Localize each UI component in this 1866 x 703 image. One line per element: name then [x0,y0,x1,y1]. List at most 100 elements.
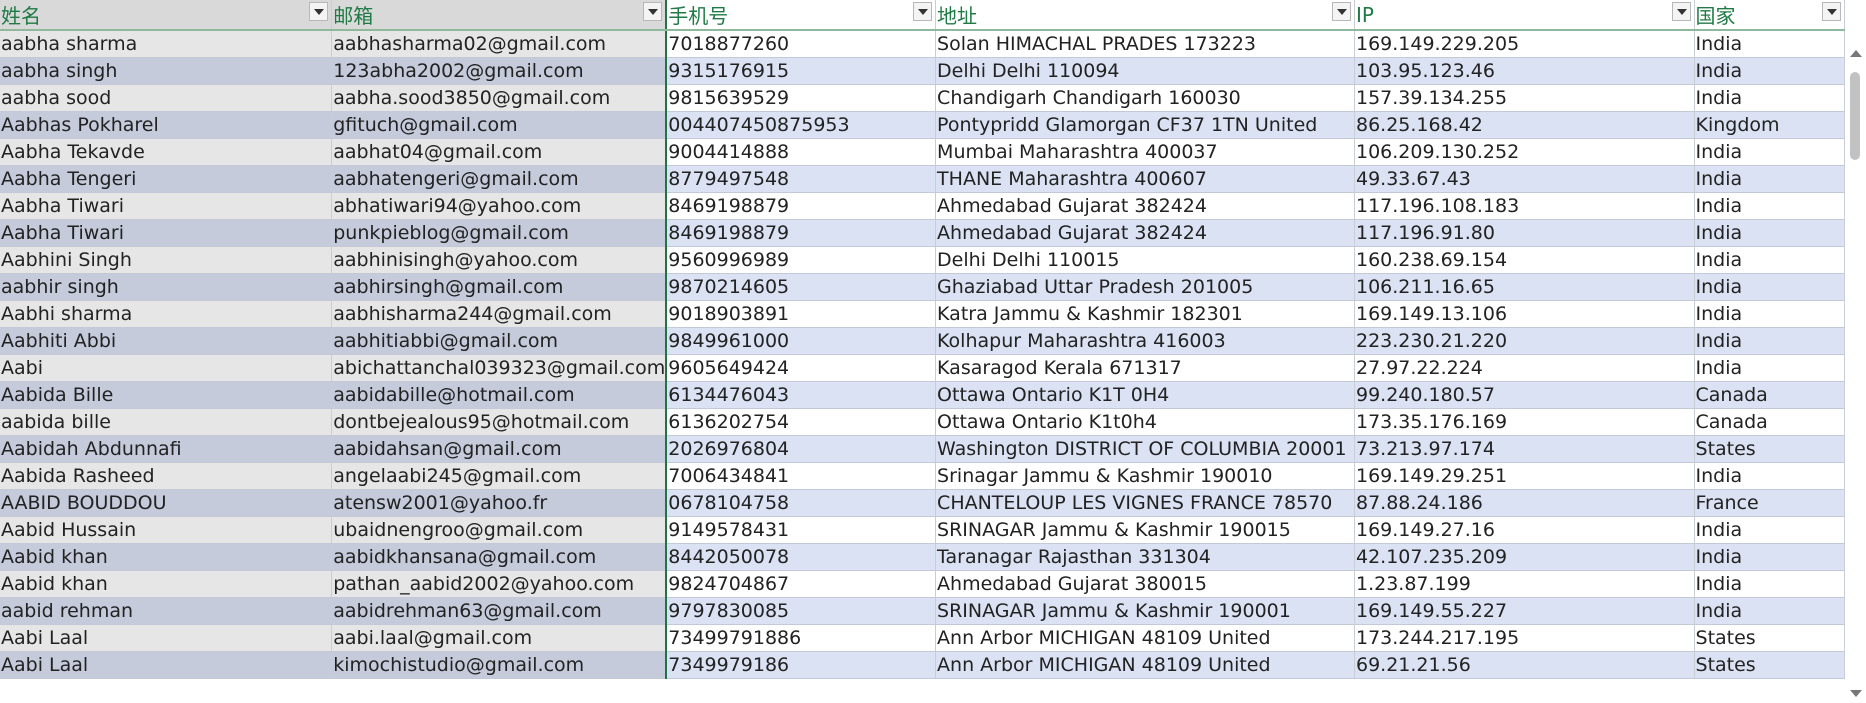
table-cell[interactable]: Aabha Tiwari [0,219,333,247]
table-cell[interactable]: Aabha Tengeri [0,165,333,193]
table-cell[interactable]: 123abha2002@gmail.com [331,57,668,85]
table-cell[interactable]: Aabhini Singh [0,246,333,274]
table-cell[interactable]: India [1694,165,1845,193]
table-cell[interactable]: 9149578431 [666,516,937,544]
table-cell[interactable]: 86.25.168.42 [1354,111,1695,139]
table-cell[interactable]: aabhinisingh@yahoo.com [331,246,668,274]
table-cell[interactable]: India [1694,300,1845,328]
table-cell[interactable]: 8469198879 [666,192,937,220]
table-cell[interactable]: Aabha Tiwari [0,192,333,220]
table-cell[interactable]: 6136202754 [666,408,937,436]
table-cell[interactable]: India [1694,597,1845,625]
table-cell[interactable]: 9870214605 [666,273,937,301]
table-cell[interactable]: 9605649424 [666,354,937,382]
table-cell[interactable]: 87.88.24.186 [1354,489,1695,517]
scroll-down-arrow-icon[interactable] [1850,690,1862,697]
table-cell[interactable]: Pontypridd Glamorgan CF37 1TN United [935,111,1355,139]
table-cell[interactable]: 8779497548 [666,165,937,193]
table-cell[interactable]: Ahmedabad Gujarat 382424 [935,192,1355,220]
table-cell[interactable]: Kolhapur Maharashtra 416003 [935,327,1355,355]
table-cell[interactable]: 173.35.176.169 [1354,408,1695,436]
table-cell[interactable]: Ghaziabad Uttar Pradesh 201005 [935,273,1355,301]
table-cell[interactable]: SRINAGAR Jammu & Kashmir 190001 [935,597,1355,625]
table-cell[interactable]: aabhatengeri@gmail.com [331,165,668,193]
table-cell[interactable]: Ahmedabad Gujarat 380015 [935,570,1355,598]
table-cell[interactable]: ubaidnengroo@gmail.com [331,516,668,544]
table-cell[interactable]: India [1694,57,1845,85]
table-cell[interactable]: Solan HIMACHAL PRADES 173223 [935,30,1355,58]
table-cell[interactable]: 6134476043 [666,381,937,409]
table-cell[interactable]: 160.238.69.154 [1354,246,1695,274]
table-cell[interactable]: 169.149.13.106 [1354,300,1695,328]
table-cell[interactable]: aabid rehman [0,597,333,625]
table-cell[interactable]: pathan_aabid2002@yahoo.com [331,570,668,598]
table-cell[interactable]: 8442050078 [666,543,937,571]
table-cell[interactable]: dontbejealous95@hotmail.com [331,408,668,436]
table-cell[interactable]: Chandigarh Chandigarh 160030 [935,84,1355,112]
table-cell[interactable]: aabidkhansana@gmail.com [331,543,668,571]
table-cell[interactable]: abhatiwari94@yahoo.com [331,192,668,220]
table-cell[interactable]: gfituch@gmail.com [331,111,668,139]
table-cell[interactable]: aabhat04@gmail.com [331,138,668,166]
filter-dropdown-icon[interactable] [1822,2,1841,21]
vertical-scrollbar[interactable] [1845,24,1866,703]
table-cell[interactable]: 9560996989 [666,246,937,274]
table-cell[interactable]: Aabid khan [0,543,333,571]
table-cell[interactable]: India [1694,327,1845,355]
table-cell[interactable]: 9797830085 [666,597,937,625]
table-cell[interactable]: aabida bille [0,408,333,436]
table-cell[interactable]: AABID BOUDDOU [0,489,333,517]
table-cell[interactable]: Aabi [0,354,333,382]
table-cell[interactable]: CHANTELOUP LES VIGNES FRANCE 78570 [935,489,1355,517]
table-cell[interactable]: aabi.laal@gmail.com [331,624,668,652]
table-cell[interactable]: aabha sharma [0,30,333,58]
table-cell[interactable]: 004407450875953 [666,111,937,139]
column-header-2[interactable]: 手机号 [666,0,937,31]
filter-dropdown-icon[interactable] [643,2,663,21]
table-cell[interactable]: India [1694,192,1845,220]
table-cell[interactable]: Ann Arbor MICHIGAN 48109 United [935,651,1355,679]
table-cell[interactable]: 69.21.21.56 [1354,651,1695,679]
table-cell[interactable]: atensw2001@yahoo.fr [331,489,668,517]
table-cell[interactable]: 157.39.134.255 [1354,84,1695,112]
table-cell[interactable]: Canada [1694,408,1845,436]
table-cell[interactable]: punkpieblog@gmail.com [331,219,668,247]
table-cell[interactable]: 9018903891 [666,300,937,328]
table-cell[interactable]: Kasaragod Kerala 671317 [935,354,1355,382]
table-cell[interactable]: India [1694,219,1845,247]
table-cell[interactable]: 117.196.91.80 [1354,219,1695,247]
table-cell[interactable]: 0678104758 [666,489,937,517]
table-cell[interactable]: 103.95.123.46 [1354,57,1695,85]
column-header-4[interactable]: IP [1354,0,1695,31]
table-cell[interactable]: Washington DISTRICT OF COLUMBIA 20001 [935,435,1355,463]
table-cell[interactable]: India [1694,273,1845,301]
table-cell[interactable]: India [1694,138,1845,166]
table-cell[interactable]: 27.97.22.224 [1354,354,1695,382]
table-cell[interactable]: States [1694,651,1845,679]
table-cell[interactable]: Aabi Laal [0,651,333,679]
table-cell[interactable]: States [1694,435,1845,463]
table-cell[interactable]: Ottawa Ontario K1T 0H4 [935,381,1355,409]
table-cell[interactable]: 9004414888 [666,138,937,166]
table-cell[interactable]: abichattanchal039323@gmail.com [331,354,668,382]
table-cell[interactable]: Aabid khan [0,570,333,598]
table-cell[interactable]: aabha.sood3850@gmail.com [331,84,668,112]
table-cell[interactable]: India [1694,516,1845,544]
table-cell[interactable]: 7006434841 [666,462,937,490]
filter-dropdown-icon[interactable] [1671,2,1691,21]
table-cell[interactable]: 223.230.21.220 [1354,327,1695,355]
table-cell[interactable]: aabha sood [0,84,333,112]
table-cell[interactable]: aabhisharma244@gmail.com [331,300,668,328]
table-cell[interactable]: 9824704867 [666,570,937,598]
table-cell[interactable]: THANE Maharashtra 400607 [935,165,1355,193]
filter-dropdown-icon[interactable] [1331,2,1351,21]
table-cell[interactable]: India [1694,570,1845,598]
table-cell[interactable]: Aabhas Pokharel [0,111,333,139]
table-cell[interactable]: 169.149.55.227 [1354,597,1695,625]
table-cell[interactable]: angelaabi245@gmail.com [331,462,668,490]
table-cell[interactable]: Srinagar Jammu & Kashmir 190010 [935,462,1355,490]
table-cell[interactable]: 49.33.67.43 [1354,165,1695,193]
table-cell[interactable]: Aabida Bille [0,381,333,409]
table-cell[interactable]: Delhi Delhi 110015 [935,246,1355,274]
table-cell[interactable]: 106.211.16.65 [1354,273,1695,301]
